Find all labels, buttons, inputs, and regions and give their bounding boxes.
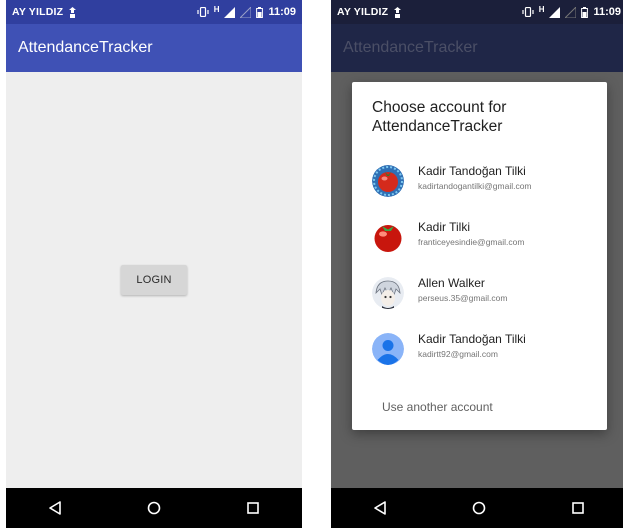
login-button[interactable]: LOGIN [121,265,187,295]
battery-icon [581,6,589,18]
app-title: AttendanceTracker [343,39,478,56]
account-chooser-dialog: Choose account for AttendanceTracker Kad… [352,82,607,430]
vibrate-icon [197,7,209,17]
recents-icon[interactable] [233,488,273,528]
phone-screen-account-chooser: AY YILDIZ H 11:09 AttendanceTracker Choo… [331,0,623,528]
account-item[interactable]: Kadir Tandoğan Tilki kadirtt92@gmail.com [352,320,607,376]
login-content: LOGIN [6,72,302,488]
account-item[interactable]: Kadir Tandoğan Tilki kadirtandogantilki@… [352,152,607,208]
notification-icon [68,6,77,18]
navigation-bar [6,488,302,528]
carrier-name: AY YILDIZ [12,6,64,18]
dialog-title: Choose account for AttendanceTracker [372,99,507,135]
tomato-blue-frame-icon [372,165,404,197]
phone-screen-login: AY YILDIZ H 11:09 AttendanceTracker LOGI… [6,0,302,528]
app-bar: AttendanceTracker [6,24,302,72]
tomato-icon [372,221,404,253]
vibrate-icon [522,7,534,17]
status-right: H 11:09 [522,5,621,18]
home-icon[interactable] [134,488,174,528]
account-name: Kadir Tandoğan Tilki [418,332,526,346]
network-type: H [213,5,220,14]
default-person-icon [372,333,404,365]
account-item[interactable]: Kadir Tilki franticeyesindie@gmail.com [352,208,607,264]
account-name: Kadir Tilki [418,220,471,234]
dim-scrim: Choose account for AttendanceTracker Kad… [331,72,623,488]
battery-icon [256,6,264,18]
account-email: kadirtt92@gmail.com [418,349,498,359]
account-email: perseus.35@gmail.com [418,293,508,303]
back-icon[interactable] [360,488,400,528]
wifi-icon [240,6,252,18]
notification-icon [393,6,402,18]
status-bar: AY YILDIZ H 11:09 [331,0,623,24]
status-right: H 11:09 [197,5,296,18]
account-email: kadirtandogantilki@gmail.com [418,181,532,191]
recents-icon[interactable] [558,488,598,528]
app-title: AttendanceTracker [18,39,153,56]
home-icon[interactable] [459,488,499,528]
account-name: Kadir Tandoğan Tilki [418,164,526,178]
back-icon[interactable] [35,488,75,528]
status-bar: AY YILDIZ H 11:09 [6,0,302,24]
wifi-icon [565,6,577,18]
carrier-name: AY YILDIZ [337,6,389,18]
status-left: AY YILDIZ [337,6,402,18]
navigation-bar [331,488,623,528]
status-left: AY YILDIZ [12,6,77,18]
network-type: H [538,5,545,14]
signal-icon [224,6,236,18]
signal-icon [549,6,561,18]
anime-character-icon [372,277,404,309]
account-email: franticeyesindie@gmail.com [418,237,525,247]
clock: 11:09 [268,6,296,18]
clock: 11:09 [593,6,621,18]
account-item[interactable]: Allen Walker perseus.35@gmail.com [352,264,607,320]
app-bar: AttendanceTracker [331,24,623,72]
account-name: Allen Walker [418,276,485,290]
use-another-account-button[interactable]: Use another account [382,400,493,414]
